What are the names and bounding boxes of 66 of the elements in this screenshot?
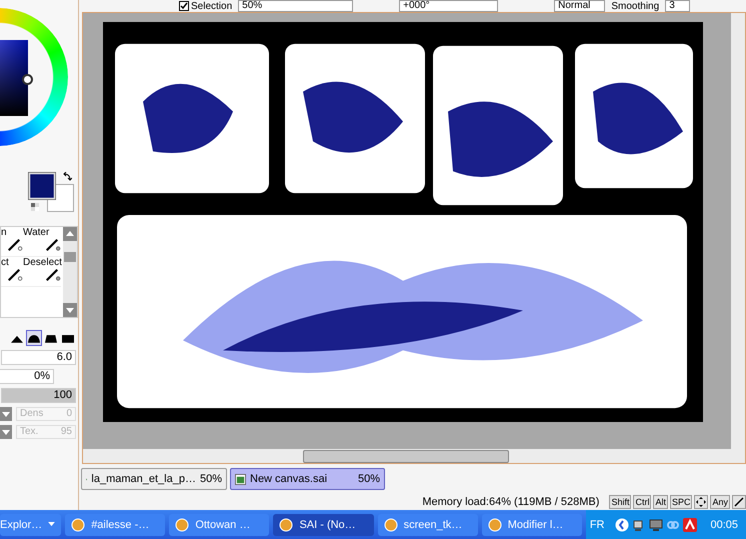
brush-shape-button[interactable] (26, 330, 42, 346)
modifier-key-indicator: SPC (670, 495, 692, 509)
app-icon (488, 518, 502, 532)
smoothing-dropdown[interactable]: 3 (665, 0, 690, 12)
density-slider[interactable]: 100 (1, 388, 76, 403)
memory-load-text: Memory load:64% (119MB / 528MB) (422, 496, 600, 508)
brush-tool[interactable]: Deselect (23, 257, 61, 287)
tab-zoom: 50% (200, 473, 222, 485)
language-indicator[interactable]: FR (590, 518, 604, 530)
modifier-key-indicator: Any (710, 495, 730, 509)
brush-shape-icon (11, 334, 23, 342)
min-size-field[interactable]: 0% (0, 369, 54, 384)
pen-icon (43, 238, 61, 252)
antivirus-icon[interactable] (683, 518, 698, 532)
blend-mode-dropdown[interactable]: Normal (554, 0, 606, 12)
clock: 00:05 (710, 518, 738, 530)
modifier-key-indicator: Shift (609, 495, 632, 509)
selection-pen-icon (5, 268, 23, 282)
brush-tool[interactable]: Water (23, 227, 61, 257)
angle-dropdown[interactable]: +000° (399, 0, 498, 12)
brush-shape-icon (28, 334, 40, 342)
color-swatches-drawing[interactable] (28, 172, 74, 212)
document-tab[interactable]: New canvas.sai 50% (230, 468, 385, 490)
app-icon (279, 518, 294, 532)
brush-tool[interactable]: n (1, 227, 23, 257)
app-icon (175, 518, 190, 532)
modifier-key-indicator: Ctrl (633, 495, 652, 509)
scrollbar[interactable] (63, 227, 77, 317)
smoothing-label: Smoothing (611, 0, 660, 12)
app-icon (384, 518, 398, 532)
taskbar-button[interactable]: Explor… (0, 514, 62, 536)
monitor-icon[interactable] (649, 518, 664, 532)
taskbar-button[interactable]: Modifier l… (482, 514, 582, 536)
scroll-up-icon[interactable] (63, 227, 77, 241)
app-icon (71, 518, 86, 532)
tab-title: New canvas.sai (250, 473, 328, 485)
taskbar-button[interactable]: Ottowan … (169, 514, 270, 536)
taskbar-button[interactable]: screen_tk… (378, 514, 478, 536)
chevron-icon[interactable] (615, 518, 630, 532)
dropdown-button[interactable] (0, 407, 12, 421)
scroll-thumb[interactable] (64, 252, 76, 262)
brush-shape-icon (62, 334, 74, 342)
caret-icon (48, 522, 56, 527)
document-tab[interactable]: la_maman_et_la_p… 50% (81, 468, 227, 490)
tab-title: la_maman_et_la_p… (91, 473, 196, 485)
taskbar-button[interactable]: #ailesse -… (65, 514, 166, 536)
selection-checkbox[interactable]: Selection (179, 0, 232, 12)
modifier-key-indicator: Alt (653, 495, 668, 509)
tab-zoom: 50% (358, 473, 380, 485)
vertical-scrollbar[interactable] (731, 13, 745, 449)
dropdown-button[interactable] (0, 425, 12, 439)
image-file-icon (235, 474, 246, 484)
pen-icon (732, 495, 746, 509)
horizontal-scrollbar[interactable] (83, 449, 745, 463)
selection-pen-icon (5, 238, 23, 252)
taskbar-button[interactable]: SAI - (No… (273, 514, 374, 536)
brush-shape-icon (45, 334, 57, 342)
zoom-dropdown[interactable]: 50% (238, 0, 354, 12)
pen-icon (43, 268, 61, 282)
scroll-down-icon[interactable] (63, 303, 77, 317)
move-arrows-icon (694, 495, 708, 509)
checkmark-icon (180, 2, 188, 10)
brush-size-field[interactable]: 6.0 (1, 350, 76, 365)
swap-arrow-icon[interactable] (62, 172, 72, 182)
reset-colors-icon[interactable] (31, 203, 39, 211)
brush-tool[interactable]: ct (1, 257, 23, 287)
